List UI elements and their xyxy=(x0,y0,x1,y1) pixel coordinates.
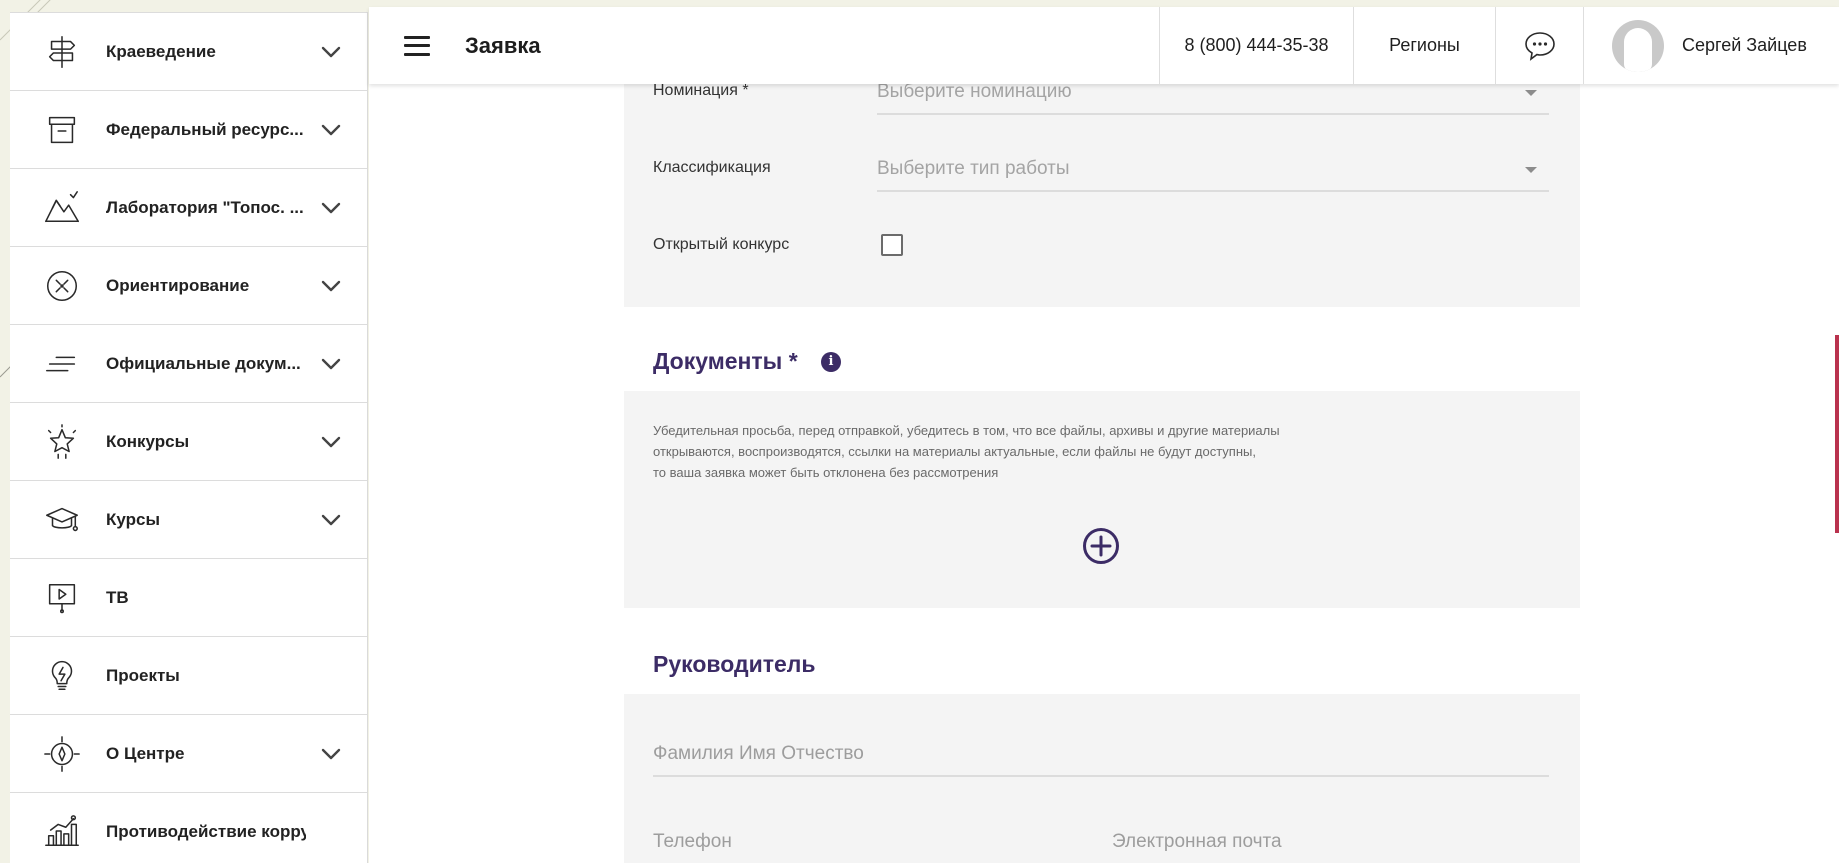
sidebar-item-courses[interactable]: Курсы xyxy=(10,480,367,558)
supervisor-fio-input[interactable] xyxy=(653,737,1549,771)
chevron-down-icon[interactable] xyxy=(319,742,343,766)
graduation-cap-icon xyxy=(42,500,82,540)
supervisor-email-field[interactable] xyxy=(1112,825,1549,863)
tv-screen-icon xyxy=(42,578,82,618)
chat-bubble-icon xyxy=(1524,31,1555,61)
lightbulb-icon xyxy=(42,656,82,696)
notice-line: то ваша заявка может быть отклонена без … xyxy=(653,465,999,480)
sidebar-item-local-history[interactable]: Краеведение xyxy=(10,12,367,90)
sidebar-item-tv[interactable]: ТВ xyxy=(10,558,367,636)
chevron-down-icon[interactable] xyxy=(319,508,343,532)
bar-chart-icon xyxy=(42,812,82,852)
main-content: Номинация * Выберите номинацию Классифик… xyxy=(369,81,1839,863)
sidebar-item-anticorruption[interactable]: Противодействие коррупц... xyxy=(10,792,367,863)
plus-circle-icon xyxy=(1083,528,1119,564)
classification-label: Классификация xyxy=(653,159,771,176)
scrollbar-indicator[interactable] xyxy=(1835,335,1839,533)
chevron-down-icon[interactable] xyxy=(319,40,343,64)
supervisor-title: Руководитель xyxy=(653,651,816,677)
sidebar-item-label: Официальные докум... xyxy=(106,353,301,373)
top-header: Заявка 8 (800) 444-35-38 Регионы Сергей … xyxy=(369,7,1839,84)
signpost-icon xyxy=(42,32,82,72)
hamburger-menu-icon[interactable] xyxy=(404,35,430,56)
nomination-label: Номинация * xyxy=(653,82,749,99)
dropdown-arrow-icon xyxy=(1525,90,1537,96)
sidebar-item-federal-resource[interactable]: Федеральный ресурс... xyxy=(10,90,367,168)
mountains-icon xyxy=(42,188,82,228)
regions-button[interactable]: Регионы xyxy=(1353,7,1495,84)
header-actions: 8 (800) 444-35-38 Регионы Сергей Зайцев xyxy=(1159,7,1839,84)
nomination-placeholder: Выберите номинацию xyxy=(877,81,1072,102)
classification-placeholder: Выберите тип работы xyxy=(877,158,1070,179)
compass-icon xyxy=(42,266,82,306)
user-profile[interactable]: Сергей Зайцев xyxy=(1583,7,1839,84)
supervisor-fio-field[interactable] xyxy=(653,737,1549,777)
documents-panel: Убедительная просьба, перед отправкой, у… xyxy=(624,391,1580,608)
chevron-down-icon[interactable] xyxy=(319,118,343,142)
nomination-select[interactable]: Выберите номинацию xyxy=(877,81,1549,115)
chevron-down-icon[interactable] xyxy=(319,430,343,454)
chevron-down-icon[interactable] xyxy=(319,196,343,220)
sidebar-item-projects[interactable]: Проекты xyxy=(10,636,367,714)
dropdown-arrow-icon xyxy=(1525,167,1537,173)
page-title: Заявка xyxy=(465,32,541,58)
archive-box-icon xyxy=(42,110,82,150)
add-document-button[interactable] xyxy=(1082,527,1120,565)
sidebar-item-label: О Центре xyxy=(106,743,185,763)
documents-notice: Убедительная просьба, перед отправкой, у… xyxy=(653,420,1373,483)
chevron-down-icon[interactable] xyxy=(319,274,343,298)
supervisor-phone-field[interactable] xyxy=(653,825,1065,863)
documents-title: Документы * xyxy=(653,348,798,374)
info-icon[interactable]: i xyxy=(821,352,841,372)
compass-rose-icon xyxy=(42,734,82,774)
sidebar-item-label: ТВ xyxy=(106,587,129,607)
user-name: Сергей Зайцев xyxy=(1682,35,1807,55)
sidebar-item-official-docs[interactable]: Официальные докум... xyxy=(10,324,367,402)
sidebar-item-topos-lab[interactable]: Лаборатория "Топос. ... xyxy=(10,168,367,246)
classification-select[interactable]: Выберите тип работы xyxy=(877,158,1549,192)
sidebar-item-contests[interactable]: Конкурсы xyxy=(10,402,367,480)
star-icon xyxy=(42,422,82,462)
chevron-down-icon[interactable] xyxy=(319,352,343,376)
notice-line: Убедительная просьба, перед отправкой, у… xyxy=(653,423,1280,438)
supervisor-phone-input[interactable] xyxy=(653,825,1065,859)
sidebar-item-label: Краеведение xyxy=(106,41,216,61)
sidebar-item-about[interactable]: О Центре xyxy=(10,714,367,792)
supervisor-panel xyxy=(624,694,1580,863)
sidebar-item-label: Противодействие коррупц... xyxy=(106,821,306,841)
open-contest-checkbox[interactable] xyxy=(881,234,903,256)
chat-button[interactable] xyxy=(1495,7,1583,84)
sidebar: Краеведение Федеральный ресурс... Лабора… xyxy=(10,12,368,863)
sidebar-item-label: Лаборатория "Топос. ... xyxy=(106,197,304,217)
notice-line: открываются, воспроизводятся, ссылки на … xyxy=(653,444,1256,459)
sidebar-item-label: Федеральный ресурс... xyxy=(106,119,304,139)
supervisor-email-input[interactable] xyxy=(1112,825,1549,859)
phone-link[interactable]: 8 (800) 444-35-38 xyxy=(1159,7,1353,84)
sidebar-item-orienteering[interactable]: Ориентирование xyxy=(10,246,367,324)
sidebar-item-label: Курсы xyxy=(106,509,160,529)
open-contest-label: Открытый конкурс xyxy=(653,236,790,253)
application-details-panel: Номинация * Выберите номинацию Классифик… xyxy=(624,81,1580,307)
sidebar-item-label: Проекты xyxy=(106,665,180,685)
avatar xyxy=(1612,19,1664,72)
lines-icon xyxy=(42,344,82,384)
sidebar-item-label: Конкурсы xyxy=(106,431,190,451)
sidebar-item-label: Ориентирование xyxy=(106,275,250,295)
